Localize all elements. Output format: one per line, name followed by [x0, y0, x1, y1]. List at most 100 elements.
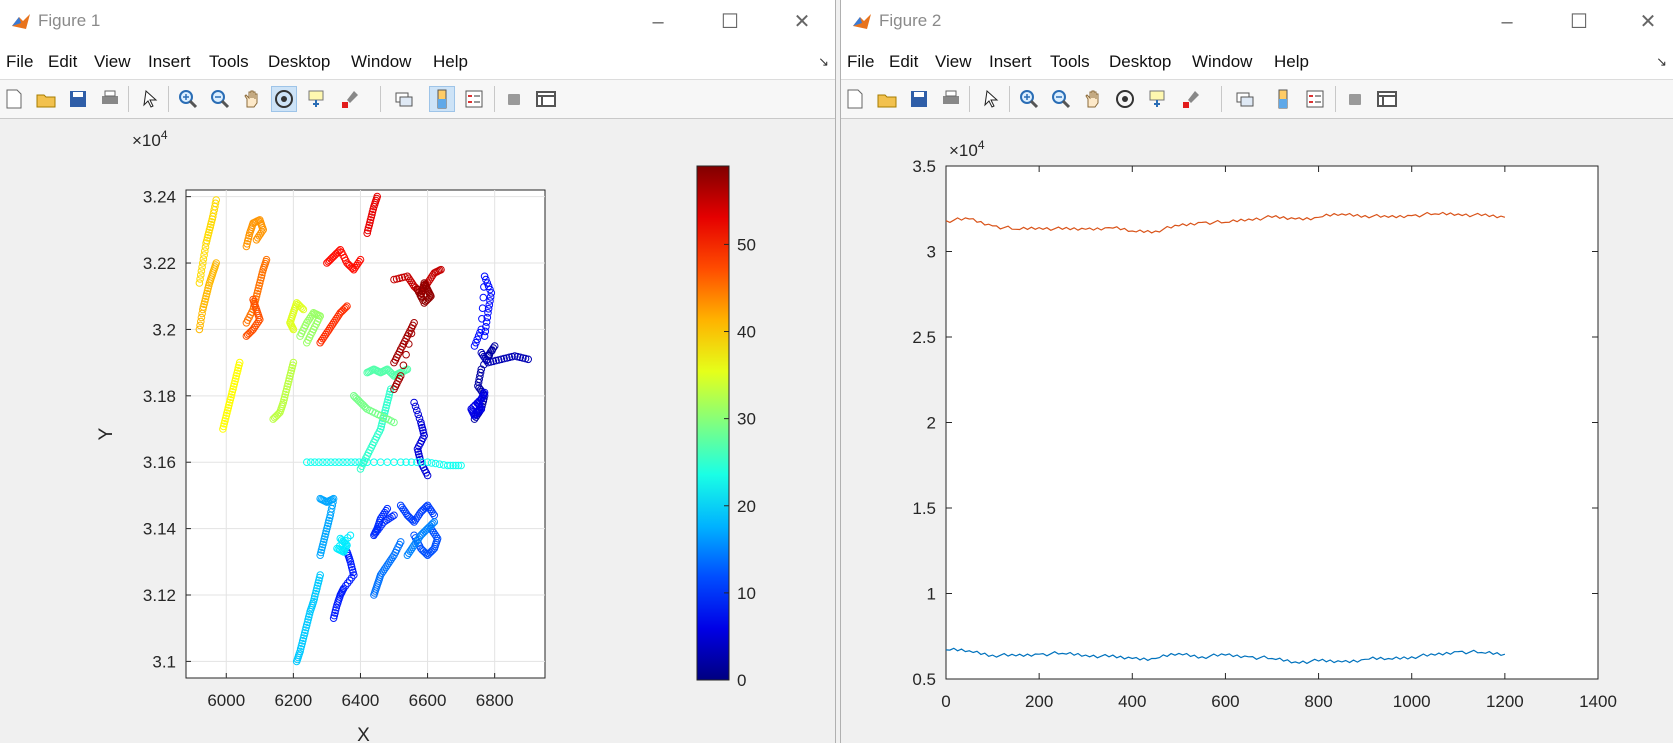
new-file-icon[interactable] [843, 87, 867, 111]
pointer-icon[interactable] [138, 87, 162, 111]
save-icon[interactable] [907, 87, 931, 111]
menu-view[interactable]: View [935, 52, 972, 72]
maximize-button[interactable]: ☐ [1559, 6, 1599, 38]
hide-plot-tools-icon[interactable] [502, 87, 526, 111]
scatter-plot-area[interactable]: 6000 6200 6400 6600 6800 3.1 3.12 3.14 3.16 3.18 3… [0, 118, 836, 743]
new-file-icon[interactable] [2, 87, 26, 111]
y-tick-label: 3.24 [143, 188, 176, 207]
pan-hand-icon-glyph [1085, 90, 1099, 108]
insert-legend-icon-glyph [465, 90, 483, 108]
x-tick-label: 6800 [476, 691, 514, 710]
pan-hand-icon[interactable] [1081, 87, 1105, 111]
y-tick-label: 3.5 [912, 157, 936, 176]
x-tick-label: 1000 [1393, 692, 1431, 711]
open-folder-icon-glyph [36, 94, 56, 108]
colorbar-tick-label: 20 [737, 497, 756, 516]
toolbar-separator [128, 86, 129, 112]
menu-file[interactable]: File [6, 52, 33, 72]
print-icon[interactable] [98, 87, 122, 111]
show-plot-tools-icon[interactable] [534, 87, 558, 111]
brush-icon[interactable] [338, 87, 362, 111]
menu-bar: File Edit View Insert Tools Desktop Wind… [0, 44, 835, 80]
toolbar-separator [1221, 86, 1222, 112]
minimize-button[interactable]: – [1487, 6, 1527, 38]
zoom-out-icon[interactable] [208, 87, 232, 111]
zoom-out-icon[interactable] [1049, 87, 1073, 111]
menu-help[interactable]: Help [1274, 52, 1309, 72]
insert-colorbar-icon[interactable] [429, 86, 455, 112]
show-plot-tools-icon-glyph [1377, 91, 1397, 107]
colorbar-tick-label: 0 [737, 671, 746, 690]
new-file-icon-glyph [6, 89, 22, 109]
open-folder-icon[interactable] [34, 87, 58, 111]
brush-icon[interactable] [1179, 87, 1203, 111]
pointer-icon[interactable] [979, 87, 1003, 111]
show-plot-tools-icon[interactable] [1375, 87, 1399, 111]
matlab-logo-icon [853, 14, 871, 29]
print-icon[interactable] [939, 87, 963, 111]
save-icon-glyph [911, 91, 927, 107]
window-title: Figure 2 [879, 11, 942, 30]
data-cursor-icon[interactable] [1145, 87, 1169, 111]
pan-hand-icon-glyph [244, 90, 258, 108]
y-tick-label: 0.5 [912, 670, 936, 689]
maximize-button[interactable]: ☐ [710, 6, 750, 38]
toolbar-separator [1009, 86, 1010, 112]
menu-window[interactable]: Window [351, 52, 411, 72]
x-tick-label: 1400 [1579, 692, 1617, 711]
x-axis-label: X [357, 725, 370, 743]
toolbar-separator [1335, 86, 1336, 112]
colorbar[interactable] [696, 165, 730, 681]
menu-insert[interactable]: Insert [989, 52, 1032, 72]
hide-plot-tools-icon[interactable] [1343, 87, 1367, 111]
menu-view[interactable]: View [94, 52, 131, 72]
dock-arrow-icon[interactable]: ↘ [818, 54, 829, 70]
insert-colorbar-icon[interactable] [1271, 87, 1295, 111]
insert-colorbar-icon-glyph [1278, 89, 1288, 109]
menu-desktop[interactable]: Desktop [268, 52, 330, 72]
colorbar-tick-label: 40 [737, 323, 756, 342]
menu-tools[interactable]: Tools [1050, 52, 1090, 72]
close-button[interactable]: ✕ [1628, 6, 1668, 38]
dock-arrow-icon[interactable]: ↘ [1656, 54, 1667, 70]
toolbar-separator [969, 86, 970, 112]
brush-icon-glyph [342, 91, 358, 108]
open-folder-icon[interactable] [875, 87, 899, 111]
rotate-3d-icon-glyph [275, 90, 293, 108]
menu-window[interactable]: Window [1192, 52, 1252, 72]
link-plot-icon[interactable] [392, 87, 416, 111]
title-bar: Figure 2 – ☐ ✕ [841, 0, 1673, 44]
x-tick-label: 400 [1118, 692, 1146, 711]
menu-edit[interactable]: Edit [48, 52, 77, 72]
axes-box [945, 165, 1599, 680]
new-file-icon-glyph [847, 89, 863, 109]
y-tick-label: 3.18 [143, 387, 176, 406]
y-tick-label: 1.5 [912, 499, 936, 518]
menu-tools[interactable]: Tools [209, 52, 249, 72]
rotate-3d-icon[interactable] [1113, 87, 1137, 111]
zoom-in-icon[interactable] [1017, 87, 1041, 111]
menu-desktop[interactable]: Desktop [1109, 52, 1171, 72]
save-icon[interactable] [66, 87, 90, 111]
insert-legend-icon[interactable] [462, 87, 486, 111]
x-tick-label: 1200 [1486, 692, 1524, 711]
data-cursor-icon[interactable] [304, 87, 328, 111]
menu-insert[interactable]: Insert [148, 52, 191, 72]
x-tick-label: 6600 [409, 691, 447, 710]
show-plot-tools-icon-glyph [536, 91, 556, 107]
insert-legend-icon[interactable] [1303, 87, 1327, 111]
zoom-in-icon[interactable] [176, 87, 200, 111]
menu-edit[interactable]: Edit [889, 52, 918, 72]
close-button[interactable]: ✕ [782, 6, 822, 38]
minimize-button[interactable]: – [638, 6, 678, 38]
y-tick-label: 1 [927, 585, 936, 604]
y-axis-label: Y [96, 427, 117, 440]
menu-file[interactable]: File [847, 52, 874, 72]
menu-help[interactable]: Help [433, 52, 468, 72]
link-plot-icon[interactable] [1233, 87, 1257, 111]
x-tick-label: 6200 [274, 691, 312, 710]
pointer-icon-glyph [143, 90, 158, 108]
line-plot-area[interactable]: 0 200 400 600 800 1000 1200 1400 0.5 1 1.5 2 2.5 3 3.5… [841, 118, 1673, 743]
pan-hand-icon[interactable] [240, 87, 264, 111]
rotate-3d-icon[interactable] [271, 86, 297, 112]
